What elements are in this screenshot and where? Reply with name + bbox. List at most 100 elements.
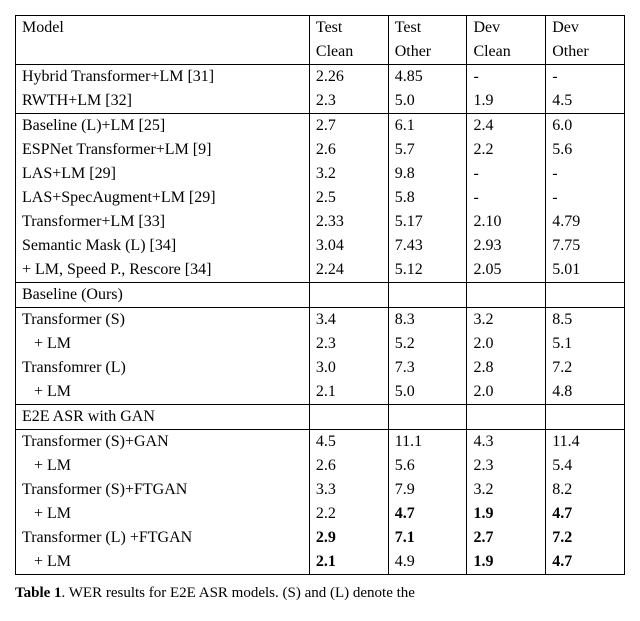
model-cell: Transformer (L) +FTGAN xyxy=(16,526,310,550)
table-row: Transfomrer (L) 3.0 7.3 2.8 7.2 xyxy=(16,356,625,380)
val-cell: 11.4 xyxy=(546,430,625,455)
val-cell: 5.0 xyxy=(388,89,467,114)
val-cell: 4.7 xyxy=(388,502,467,526)
val-cell: 8.3 xyxy=(388,308,467,333)
val-cell: 5.12 xyxy=(388,258,467,283)
val-cell: 2.24 xyxy=(309,258,388,283)
table-row: + LM 2.1 4.9 1.9 4.7 xyxy=(16,550,625,575)
val-cell: 2.33 xyxy=(309,210,388,234)
model-cell: LAS+LM [29] xyxy=(16,162,310,186)
val-cell: 5.0 xyxy=(388,380,467,405)
section-header: E2E ASR with GAN xyxy=(16,405,310,430)
table-caption: Table 1. WER results for E2E ASR models.… xyxy=(15,585,625,602)
col-dev-other-2: Other xyxy=(546,40,625,65)
col-model: Model xyxy=(16,16,310,41)
section-header: Baseline (Ours) xyxy=(16,283,310,308)
table-row: ESPNet Transformer+LM [9] 2.6 5.7 2.2 5.… xyxy=(16,138,625,162)
val-cell: 2.3 xyxy=(309,89,388,114)
val-cell: 5.8 xyxy=(388,186,467,210)
val-cell: 1.9 xyxy=(467,89,546,114)
val-cell: 2.6 xyxy=(309,454,388,478)
table-row: LAS+SpecAugment+LM [29] 2.5 5.8 - - xyxy=(16,186,625,210)
val-cell: 3.2 xyxy=(309,162,388,186)
val-cell: - xyxy=(546,65,625,90)
col-test-other-2: Other xyxy=(388,40,467,65)
model-cell: + LM, Speed P., Rescore [34] xyxy=(16,258,310,283)
val-cell: 7.75 xyxy=(546,234,625,258)
val-cell: - xyxy=(467,162,546,186)
model-cell: + LM xyxy=(16,380,310,405)
val-cell: 4.79 xyxy=(546,210,625,234)
val-cell: 2.8 xyxy=(467,356,546,380)
model-cell: ESPNet Transformer+LM [9] xyxy=(16,138,310,162)
val-cell: 2.5 xyxy=(309,186,388,210)
val-cell: 8.5 xyxy=(546,308,625,333)
val-cell: 2.3 xyxy=(309,332,388,356)
val-cell: 7.9 xyxy=(388,478,467,502)
val-cell: 4.8 xyxy=(546,380,625,405)
val-cell: - xyxy=(546,186,625,210)
val-cell: 5.6 xyxy=(546,138,625,162)
val-cell: 5.7 xyxy=(388,138,467,162)
table-row: Semantic Mask (L) [34] 3.04 7.43 2.93 7.… xyxy=(16,234,625,258)
val-cell: 3.04 xyxy=(309,234,388,258)
table-row: Transformer (L) +FTGAN 2.9 7.1 2.7 7.2 xyxy=(16,526,625,550)
val-cell: 4.9 xyxy=(388,550,467,575)
val-cell: 2.26 xyxy=(309,65,388,90)
val-cell: 3.2 xyxy=(467,308,546,333)
val-cell: 4.3 xyxy=(467,430,546,455)
val-cell: 2.2 xyxy=(309,502,388,526)
table-row: Transformer (S)+FTGAN 3.3 7.9 3.2 8.2 xyxy=(16,478,625,502)
header-row-1: Model Test Test Dev Dev xyxy=(16,16,625,41)
val-cell: 2.0 xyxy=(467,380,546,405)
table-row: + LM 2.6 5.6 2.3 5.4 xyxy=(16,454,625,478)
table-row: Transformer (S)+GAN 4.5 11.1 4.3 11.4 xyxy=(16,430,625,455)
val-cell: 2.93 xyxy=(467,234,546,258)
table-row: LAS+LM [29] 3.2 9.8 - - xyxy=(16,162,625,186)
val-cell: 4.7 xyxy=(546,502,625,526)
col-test-clean-2: Clean xyxy=(309,40,388,65)
table-row: Baseline (L)+LM [25] 2.7 6.1 2.4 6.0 xyxy=(16,114,625,139)
col-dev-clean-1: Dev xyxy=(467,16,546,41)
val-cell: 2.1 xyxy=(309,380,388,405)
val-cell: 2.3 xyxy=(467,454,546,478)
model-cell: Baseline (L)+LM [25] xyxy=(16,114,310,139)
val-cell: 3.0 xyxy=(309,356,388,380)
table-row: + LM 2.2 4.7 1.9 4.7 xyxy=(16,502,625,526)
val-cell: 7.43 xyxy=(388,234,467,258)
val-cell: 5.01 xyxy=(546,258,625,283)
table-row: Transformer+LM [33] 2.33 5.17 2.10 4.79 xyxy=(16,210,625,234)
col-dev-clean-2: Clean xyxy=(467,40,546,65)
header-row-2: Clean Other Clean Other xyxy=(16,40,625,65)
val-cell: - xyxy=(467,186,546,210)
val-cell: 7.2 xyxy=(546,526,625,550)
val-cell: 2.10 xyxy=(467,210,546,234)
val-cell: 9.8 xyxy=(388,162,467,186)
val-cell: 1.9 xyxy=(467,502,546,526)
val-cell: 2.9 xyxy=(309,526,388,550)
val-cell: 7.3 xyxy=(388,356,467,380)
val-cell: 2.0 xyxy=(467,332,546,356)
val-cell: 6.1 xyxy=(388,114,467,139)
table-row: RWTH+LM [32] 2.3 5.0 1.9 4.5 xyxy=(16,89,625,114)
table-row: + LM 2.1 5.0 2.0 4.8 xyxy=(16,380,625,405)
val-cell: 3.4 xyxy=(309,308,388,333)
table-row: + LM, Speed P., Rescore [34] 2.24 5.12 2… xyxy=(16,258,625,283)
val-cell: 2.05 xyxy=(467,258,546,283)
model-cell: Transfomrer (L) xyxy=(16,356,310,380)
model-cell: RWTH+LM [32] xyxy=(16,89,310,114)
val-cell: 4.5 xyxy=(546,89,625,114)
table-row: Transformer (S) 3.4 8.3 3.2 8.5 xyxy=(16,308,625,333)
val-cell: - xyxy=(467,65,546,90)
val-cell: 6.0 xyxy=(546,114,625,139)
model-cell: Hybrid Transformer+LM [31] xyxy=(16,65,310,90)
model-cell: + LM xyxy=(16,454,310,478)
model-cell: LAS+SpecAugment+LM [29] xyxy=(16,186,310,210)
model-cell: Semantic Mask (L) [34] xyxy=(16,234,310,258)
val-cell: 2.6 xyxy=(309,138,388,162)
val-cell: 2.7 xyxy=(309,114,388,139)
model-cell: Transformer+LM [33] xyxy=(16,210,310,234)
model-cell: + LM xyxy=(16,502,310,526)
col-dev-other-1: Dev xyxy=(546,16,625,41)
val-cell: 5.4 xyxy=(546,454,625,478)
